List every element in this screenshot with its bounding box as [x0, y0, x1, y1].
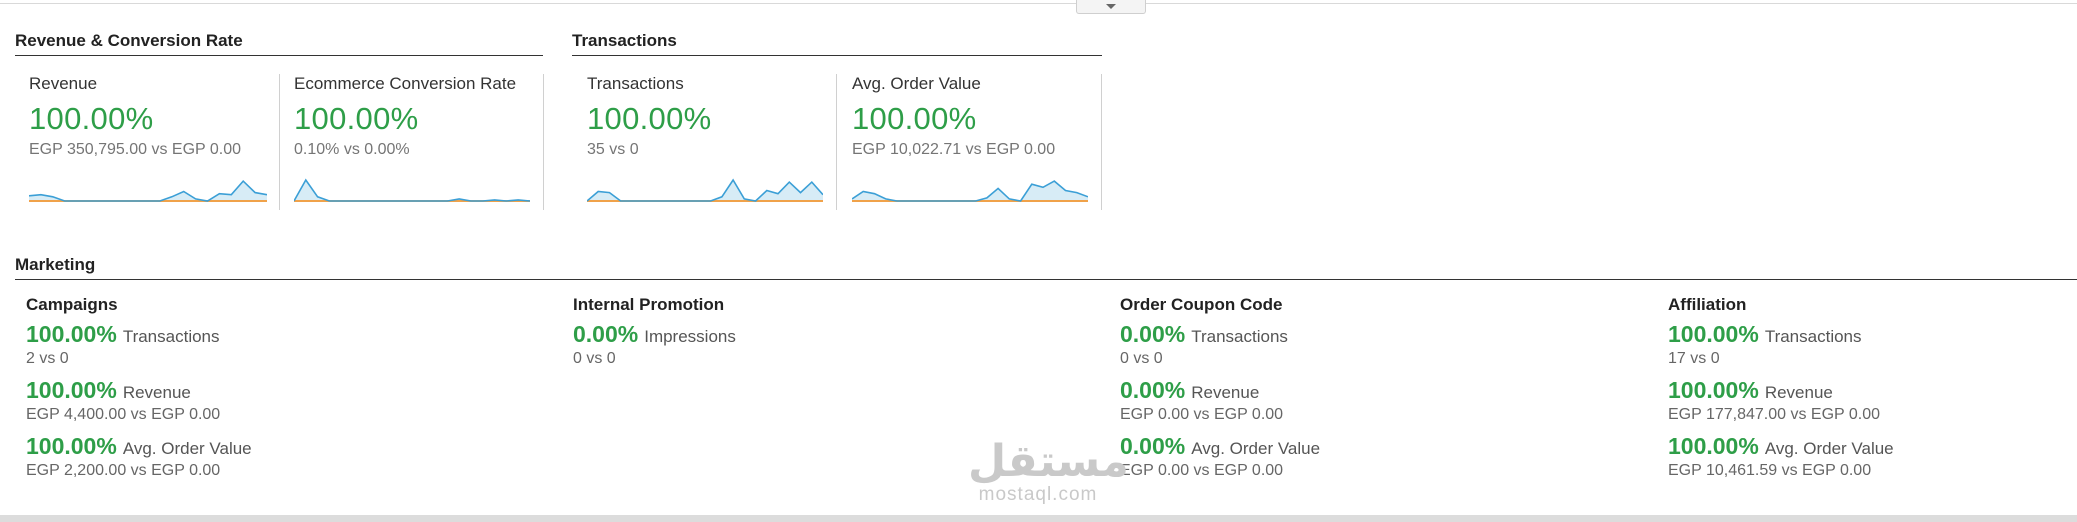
- sparkline-area: [29, 181, 267, 201]
- kpi-compare: 0.10% vs 0.00%: [294, 141, 410, 158]
- metric-compare: EGP 0.00 vs EGP 0.00: [1120, 462, 1284, 479]
- metric-name: Avg. Order Value: [1764, 439, 1894, 458]
- metric-percent: 100.00%: [26, 377, 117, 403]
- kpi-percent: 100.00%: [294, 101, 419, 136]
- kpi-transactions[interactable]: Transactions 100.00% 35 vs 0: [587, 74, 823, 202]
- top-divider: [0, 3, 2077, 4]
- metric-name: Revenue: [1764, 383, 1833, 402]
- sparkline-area: [852, 181, 1088, 201]
- marketing-metric: 0.00% Impressions 0 vs 0: [573, 321, 736, 368]
- metric-compare: EGP 0.00 vs EGP 0.00: [1120, 406, 1284, 423]
- watermark-arabic: مستقل: [968, 436, 1129, 487]
- watermark-logo: مستقل mostaql.com: [968, 436, 1129, 506]
- sparkline-area: [294, 180, 530, 201]
- section-title-marketing: Marketing: [15, 255, 2077, 280]
- marketing-heading: Affiliation: [1668, 295, 1747, 314]
- metric-compare: EGP 4,400.00 vs EGP 0.00: [26, 406, 221, 423]
- kpi-divider: [279, 74, 280, 210]
- metric-name: Transactions: [1764, 327, 1862, 346]
- kpi-label: Transactions: [587, 74, 684, 93]
- kpi-compare: 35 vs 0: [587, 141, 639, 158]
- sparkline: [852, 180, 1088, 202]
- kpi-divider: [543, 74, 544, 210]
- metric-percent: 0.00%: [573, 321, 639, 347]
- metric-percent: 100.00%: [1668, 377, 1759, 403]
- kpi-revenue[interactable]: Revenue 100.00% EGP 350,795.00 vs EGP 0.…: [29, 74, 267, 202]
- marketing-metric: 100.00% Revenue EGP 177,847.00 vs EGP 0.0…: [1668, 377, 1894, 424]
- metric-compare: 2 vs 0: [26, 350, 69, 367]
- marketing-metric: 100.00% Avg. Order Value EGP 2,200.00 vs …: [26, 433, 252, 480]
- sparkline-line: [294, 178, 530, 202]
- kpi-compare: EGP 10,022.71 vs EGP 0.00: [852, 141, 1056, 158]
- metric-compare: EGP 2,200.00 vs EGP 0.00: [26, 462, 221, 479]
- metric-percent: 0.00%: [1120, 321, 1186, 347]
- kpi-percent: 100.00%: [852, 101, 977, 136]
- metric-name: Revenue: [122, 383, 191, 402]
- metric-compare: 17 vs 0: [1668, 350, 1720, 367]
- metric-compare: EGP 10,461.59 vs EGP 0.00: [1668, 462, 1872, 479]
- metric-name: Revenue: [1191, 383, 1260, 402]
- kpi-label: Avg. Order Value: [852, 74, 981, 93]
- section-title-revenue-conversion: Revenue & Conversion Rate: [15, 31, 543, 56]
- kpi-divider: [836, 74, 837, 210]
- metric-percent: 0.00%: [1120, 377, 1186, 403]
- marketing-campaigns[interactable]: Campaigns 100.00% Transactions 2 vs 0 100…: [26, 295, 252, 489]
- sparkline: [587, 178, 823, 202]
- sparkline: [294, 178, 530, 202]
- collapse-toggle[interactable]: [1076, 0, 1146, 14]
- bottom-scroll-edge: [0, 515, 2077, 522]
- kpi-compare: EGP 350,795.00 vs EGP 0.00: [29, 141, 241, 158]
- metric-name: Avg. Order Value: [122, 439, 252, 458]
- marketing-heading: Order Coupon Code: [1120, 295, 1283, 314]
- kpi-label: Revenue: [29, 74, 98, 93]
- metric-percent: 100.00%: [26, 321, 117, 347]
- kpi-percent: 100.00%: [29, 101, 154, 136]
- marketing-internal-promotion[interactable]: Internal Promotion 0.00% Impressions 0 vs…: [573, 295, 736, 377]
- marketing-metric: 100.00% Transactions 2 vs 0: [26, 321, 252, 368]
- metric-percent: 100.00%: [1668, 321, 1759, 347]
- metric-compare: EGP 177,847.00 vs EGP 0.00: [1668, 406, 1880, 423]
- section-title-transactions: Transactions: [572, 31, 1102, 56]
- kpi-label: Ecommerce Conversion Rate: [294, 74, 517, 93]
- kpi-percent: 100.00%: [587, 101, 712, 136]
- metric-name: Impressions: [644, 327, 736, 346]
- kpi-avg-order-value[interactable]: Avg. Order Value 100.00% EGP 10,022.71 v…: [852, 74, 1088, 202]
- marketing-metric: 0.00% Avg. Order Value EGP 0.00 vs EGP 0.…: [1120, 433, 1320, 480]
- metric-percent: 100.00%: [26, 433, 117, 459]
- marketing-metric: 0.00% Transactions 0 vs 0: [1120, 321, 1320, 368]
- metric-name: Transactions: [1191, 327, 1288, 346]
- kpi-divider: [1101, 74, 1102, 210]
- marketing-order-coupon-code[interactable]: Order Coupon Code 0.00% Transactions 0 vs…: [1120, 295, 1320, 489]
- marketing-affiliation[interactable]: Affiliation 100.00% Transactions 17 vs 0 …: [1668, 295, 1894, 489]
- metric-percent: 100.00%: [1668, 433, 1759, 459]
- chevron-down-icon: [1106, 4, 1116, 9]
- metric-name: Transactions: [122, 327, 220, 346]
- kpi-ecommerce-conversion-rate[interactable]: Ecommerce Conversion Rate 100.00% 0.10% …: [294, 74, 530, 202]
- marketing-metric: 0.00% Revenue EGP 0.00 vs EGP 0.00: [1120, 377, 1320, 424]
- sparkline: [29, 179, 267, 202]
- marketing-heading: Internal Promotion: [573, 295, 725, 314]
- marketing-metric: 100.00% Revenue EGP 4,400.00 vs EGP 0.00: [26, 377, 252, 424]
- marketing-metric: 100.00% Avg. Order Value EGP 10,461.59 vs…: [1668, 433, 1894, 480]
- marketing-heading: Campaigns: [26, 295, 118, 314]
- metric-name: Avg. Order Value: [1191, 439, 1321, 458]
- marketing-metric: 100.00% Transactions 17 vs 0: [1668, 321, 1894, 368]
- metric-compare: 0 vs 0: [1120, 350, 1163, 367]
- metric-compare: 0 vs 0: [573, 350, 616, 367]
- watermark-latin: mostaql.com: [978, 484, 1098, 505]
- metric-percent: 0.00%: [1120, 433, 1186, 459]
